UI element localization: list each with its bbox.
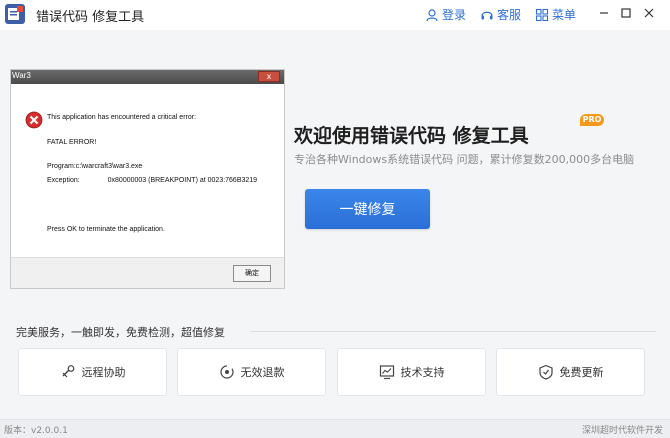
chart-monitor-icon: [379, 365, 394, 380]
service-card-refund[interactable]: 无效退款: [177, 348, 326, 396]
minimize-icon: [600, 12, 608, 14]
exception-value: 0x80000003 (BREAKPOINT) at 0023:766B3219: [107, 177, 258, 184]
exception-line: Exception: 0x80000003 (BREAKPOINT) at 00…: [47, 177, 257, 184]
service-label-support: 技术支持: [400, 366, 445, 379]
menu-label: 菜单: [552, 8, 577, 22]
maximize-button[interactable]: [618, 5, 634, 21]
service-label-update: 免费更新: [559, 366, 604, 379]
headset-icon: [481, 11, 493, 19]
service-label-remote: 远程协助: [81, 366, 126, 379]
update-shield-icon: [538, 364, 553, 380]
error-dialog-titlebar: War3 x: [11, 70, 284, 84]
program-value: c:\warcraft3\war3.exe: [75, 163, 143, 170]
service-label-refund: 无效退款: [240, 366, 285, 379]
grid-menu-icon: [535, 8, 549, 21]
subline: 专治各种Windows系统错误代码 问题，累计修复数200,000多台电脑: [294, 153, 635, 166]
services-label: 完美服务，一触即发，免费检测，超值修复: [16, 326, 225, 339]
error-message: This application has encountered a criti…: [47, 114, 197, 121]
one-click-fix-button[interactable]: 一键修复: [305, 189, 430, 229]
menu-button[interactable]: 菜单: [535, 6, 576, 23]
maximize-icon: [621, 8, 631, 18]
service-card-support[interactable]: 技术支持: [337, 348, 486, 396]
title-bar: 错误代码 修复工具 登录 客服 菜单: [0, 0, 670, 30]
fatal-error-text: FATAL ERROR!: [47, 139, 97, 146]
app-title: 错误代码 修复工具: [36, 10, 145, 25]
login-label: 登录: [442, 8, 467, 22]
error-dialog-footer: 确定: [11, 257, 284, 288]
developer-text: 深圳超时代软件开发: [581, 426, 663, 436]
error-dialog-close-icon: x: [258, 71, 280, 82]
remote-tools-icon: [62, 365, 74, 378]
divider: [250, 331, 656, 332]
headline: 欢迎使用错误代码 修复工具: [294, 125, 529, 147]
error-x-icon: [25, 111, 43, 129]
minimize-button[interactable]: [596, 5, 612, 21]
close-icon: [644, 8, 654, 18]
app-logo-icon: [5, 4, 25, 24]
login-button[interactable]: 登录: [425, 6, 466, 23]
program-path: Program:c:\warcraft3\war3.exe: [47, 163, 142, 170]
error-ok-button: 确定: [233, 265, 271, 282]
press-ok-text: Press OK to terminate the application.: [47, 226, 165, 233]
service-label: 客服: [497, 8, 522, 22]
user-icon: [426, 8, 438, 21]
program-label: Program:: [47, 163, 76, 170]
status-footer: 版本：v2.0.0.1 深圳超时代软件开发: [0, 419, 670, 438]
close-button[interactable]: [641, 5, 657, 21]
pro-badge: PRO: [580, 114, 604, 126]
service-card-remote[interactable]: 远程协助: [18, 348, 167, 396]
error-dialog-title: War3: [12, 71, 31, 80]
refund-icon: [219, 365, 234, 379]
service-card-update[interactable]: 免费更新: [496, 348, 645, 396]
error-screenshot: War3 x This application has encountered …: [10, 69, 285, 289]
exception-label: Exception:: [47, 177, 80, 184]
customer-service-button[interactable]: 客服: [480, 6, 521, 23]
version-text: 版本：v2.0.0.1: [4, 426, 68, 436]
